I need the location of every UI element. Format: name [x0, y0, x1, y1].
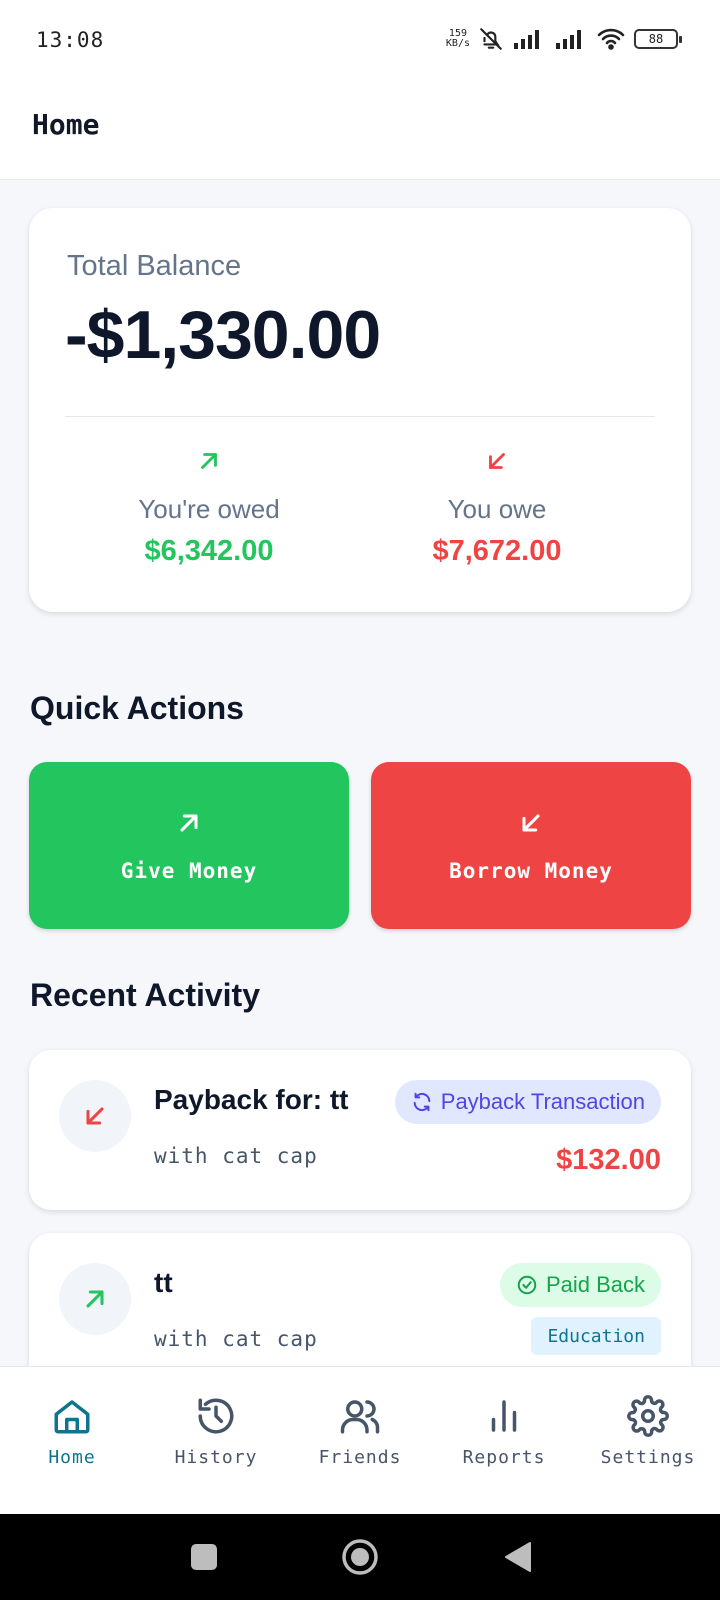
activity-title: Payback for: tt — [154, 1084, 349, 1115]
home-icon — [54, 1400, 90, 1434]
app-header: Home — [0, 84, 720, 180]
activity-with: with cat cap — [154, 1144, 318, 1168]
borrow-money-button[interactable]: Borrow Money — [371, 762, 691, 929]
nav-label-settings: Settings — [600, 1447, 696, 1468]
give-money-label: Give Money — [120, 858, 258, 883]
battery-level: 88 — [648, 32, 664, 46]
category-tag: Education — [531, 1317, 661, 1355]
network-speed: 159 KB/s — [446, 29, 470, 49]
owe-summary: You owe $7,672.00 — [347, 448, 647, 568]
balance-card: Total Balance -$1,330.00 You're owed $6,… — [29, 208, 691, 612]
cell-signal-2-icon — [556, 30, 581, 49]
arrow-down-left-icon — [86, 1107, 104, 1125]
nav-item-home[interactable]: Home — [0, 1367, 144, 1514]
bell-off-icon — [480, 28, 502, 50]
paid-back-badge-label: Paid Back — [545, 1272, 645, 1297]
nav-label-friends: Friends — [318, 1447, 402, 1468]
owe-amount: $7,672.00 — [432, 535, 562, 567]
owed-amount: $6,342.00 — [144, 535, 274, 567]
system-nav-bar — [0, 1514, 720, 1600]
nav-item-settings[interactable]: Settings — [576, 1367, 720, 1514]
activity-with: with cat cap — [154, 1327, 318, 1351]
circle-icon — [342, 1539, 378, 1575]
cell-signal-icon — [514, 30, 539, 49]
give-money-button[interactable]: Give Money — [29, 762, 349, 929]
home-system-button[interactable] — [332, 1514, 388, 1600]
friends-icon — [340, 1400, 380, 1434]
payback-badge-label: Payback Transaction — [440, 1089, 645, 1114]
owed-summary: You're owed $6,342.00 — [59, 448, 359, 568]
square-icon — [191, 1544, 217, 1570]
activity-icon — [59, 1080, 131, 1152]
recent-activity-title: Recent Activity — [30, 977, 260, 1013]
status-time: 13:08 — [36, 28, 105, 52]
arrow-down-left-icon — [489, 453, 505, 469]
owed-label: You're owed — [138, 494, 280, 524]
borrow-money-label: Borrow Money — [449, 858, 613, 883]
nav-item-friends[interactable]: Friends — [288, 1367, 432, 1514]
status-icons: 159 KB/s 88 — [446, 26, 682, 52]
activity-icon — [59, 1263, 131, 1335]
quick-actions-title: Quick Actions — [30, 690, 244, 726]
payback-badge: Payback Transaction — [394, 1080, 661, 1124]
settings-icon — [627, 1395, 669, 1437]
arrow-up-right-icon — [180, 813, 198, 832]
bottom-nav: Home History Friends Reports Settings — [0, 1366, 720, 1514]
nav-label-home: Home — [48, 1447, 96, 1468]
nav-label-history: History — [174, 1447, 258, 1468]
triangle-back-icon — [505, 1542, 531, 1572]
arrow-down-left-icon — [522, 813, 540, 832]
history-icon — [198, 1398, 234, 1434]
owe-label: You owe — [447, 494, 547, 524]
total-balance-value: -$1,330.00 — [65, 297, 381, 373]
paid-back-badge: Paid Back — [499, 1263, 661, 1307]
arrow-up-right-icon — [86, 1290, 104, 1308]
nav-item-reports[interactable]: Reports — [432, 1367, 576, 1514]
activity-title: tt — [154, 1267, 173, 1298]
total-balance-label: Total Balance — [67, 250, 242, 282]
activity-amount: $132.00 — [556, 1144, 661, 1176]
recents-button[interactable] — [176, 1514, 232, 1600]
refresh-icon — [413, 1092, 431, 1112]
page-title: Home — [32, 108, 100, 141]
nav-item-history[interactable]: History — [144, 1367, 288, 1514]
status-bar: 13:08 159 KB/s 88 — [0, 0, 720, 84]
reports-icon — [491, 1400, 517, 1432]
battery-icon: 88 — [634, 29, 682, 49]
wifi-icon — [597, 28, 625, 50]
activity-item[interactable]: Payback for: tt with cat cap Payback Tra… — [29, 1050, 691, 1210]
back-button[interactable] — [490, 1514, 546, 1600]
network-speed-unit: KB/s — [445, 38, 470, 49]
nav-label-reports: Reports — [462, 1447, 546, 1468]
balance-divider — [65, 416, 655, 417]
check-circle-icon — [517, 1275, 537, 1295]
arrow-up-right-icon — [201, 453, 217, 469]
